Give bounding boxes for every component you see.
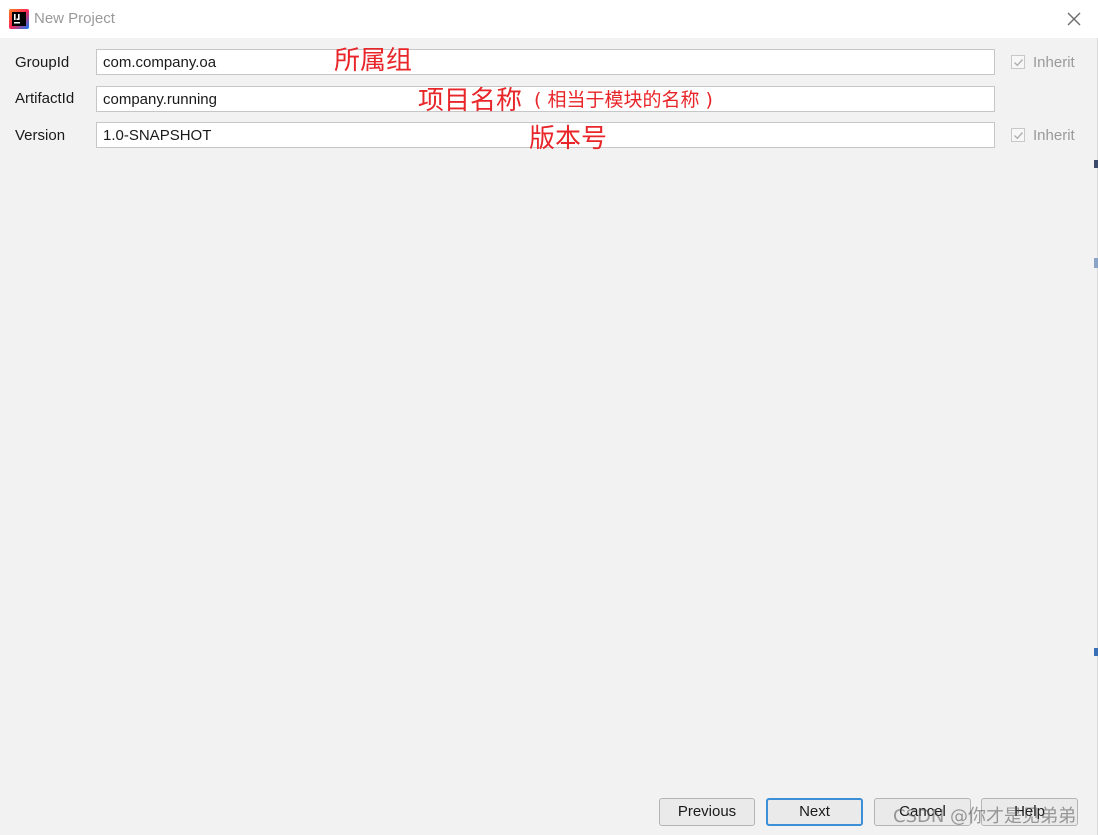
version-annotation: 版本号 [529,124,608,154]
group-id-inherit-checkbox[interactable]: Inherit [1011,53,1075,71]
intellij-idea-icon [9,9,29,29]
inherit-checkbox[interactable] [1011,55,1025,69]
csdn-watermark: CSDN @你才是见弟弟 [893,806,1077,827]
group-id-label: GroupId [15,54,70,71]
edge-mark [1094,648,1098,656]
edge-mark [1094,258,1098,268]
inherit-checkbox[interactable] [1011,128,1025,142]
edge-mark [1094,160,1098,168]
new-project-dialog: New Project GroupId Inherit ArtifactId V… [0,0,1098,835]
inherit-label: Inherit [1033,53,1075,71]
version-label: Version [15,127,66,144]
previous-button[interactable]: Previous [659,798,755,826]
title-bar: New Project [0,0,1098,38]
version-inherit-checkbox[interactable]: Inherit [1011,126,1075,144]
group-id-input[interactable] [96,49,995,75]
inherit-label: Inherit [1033,126,1075,144]
group-annotation: 所属组 [334,46,413,76]
check-icon [1014,59,1024,67]
close-icon [1067,12,1081,26]
artifact-annotation-detail: ( 相当于模块的名称 ) [534,89,713,111]
window-title: New Project [34,10,115,27]
next-button[interactable]: Next [766,798,863,826]
artifact-annotation: 项目名称 [418,86,523,116]
close-button[interactable] [1062,8,1086,30]
check-icon [1014,132,1024,140]
artifact-id-label: ArtifactId [15,90,75,107]
